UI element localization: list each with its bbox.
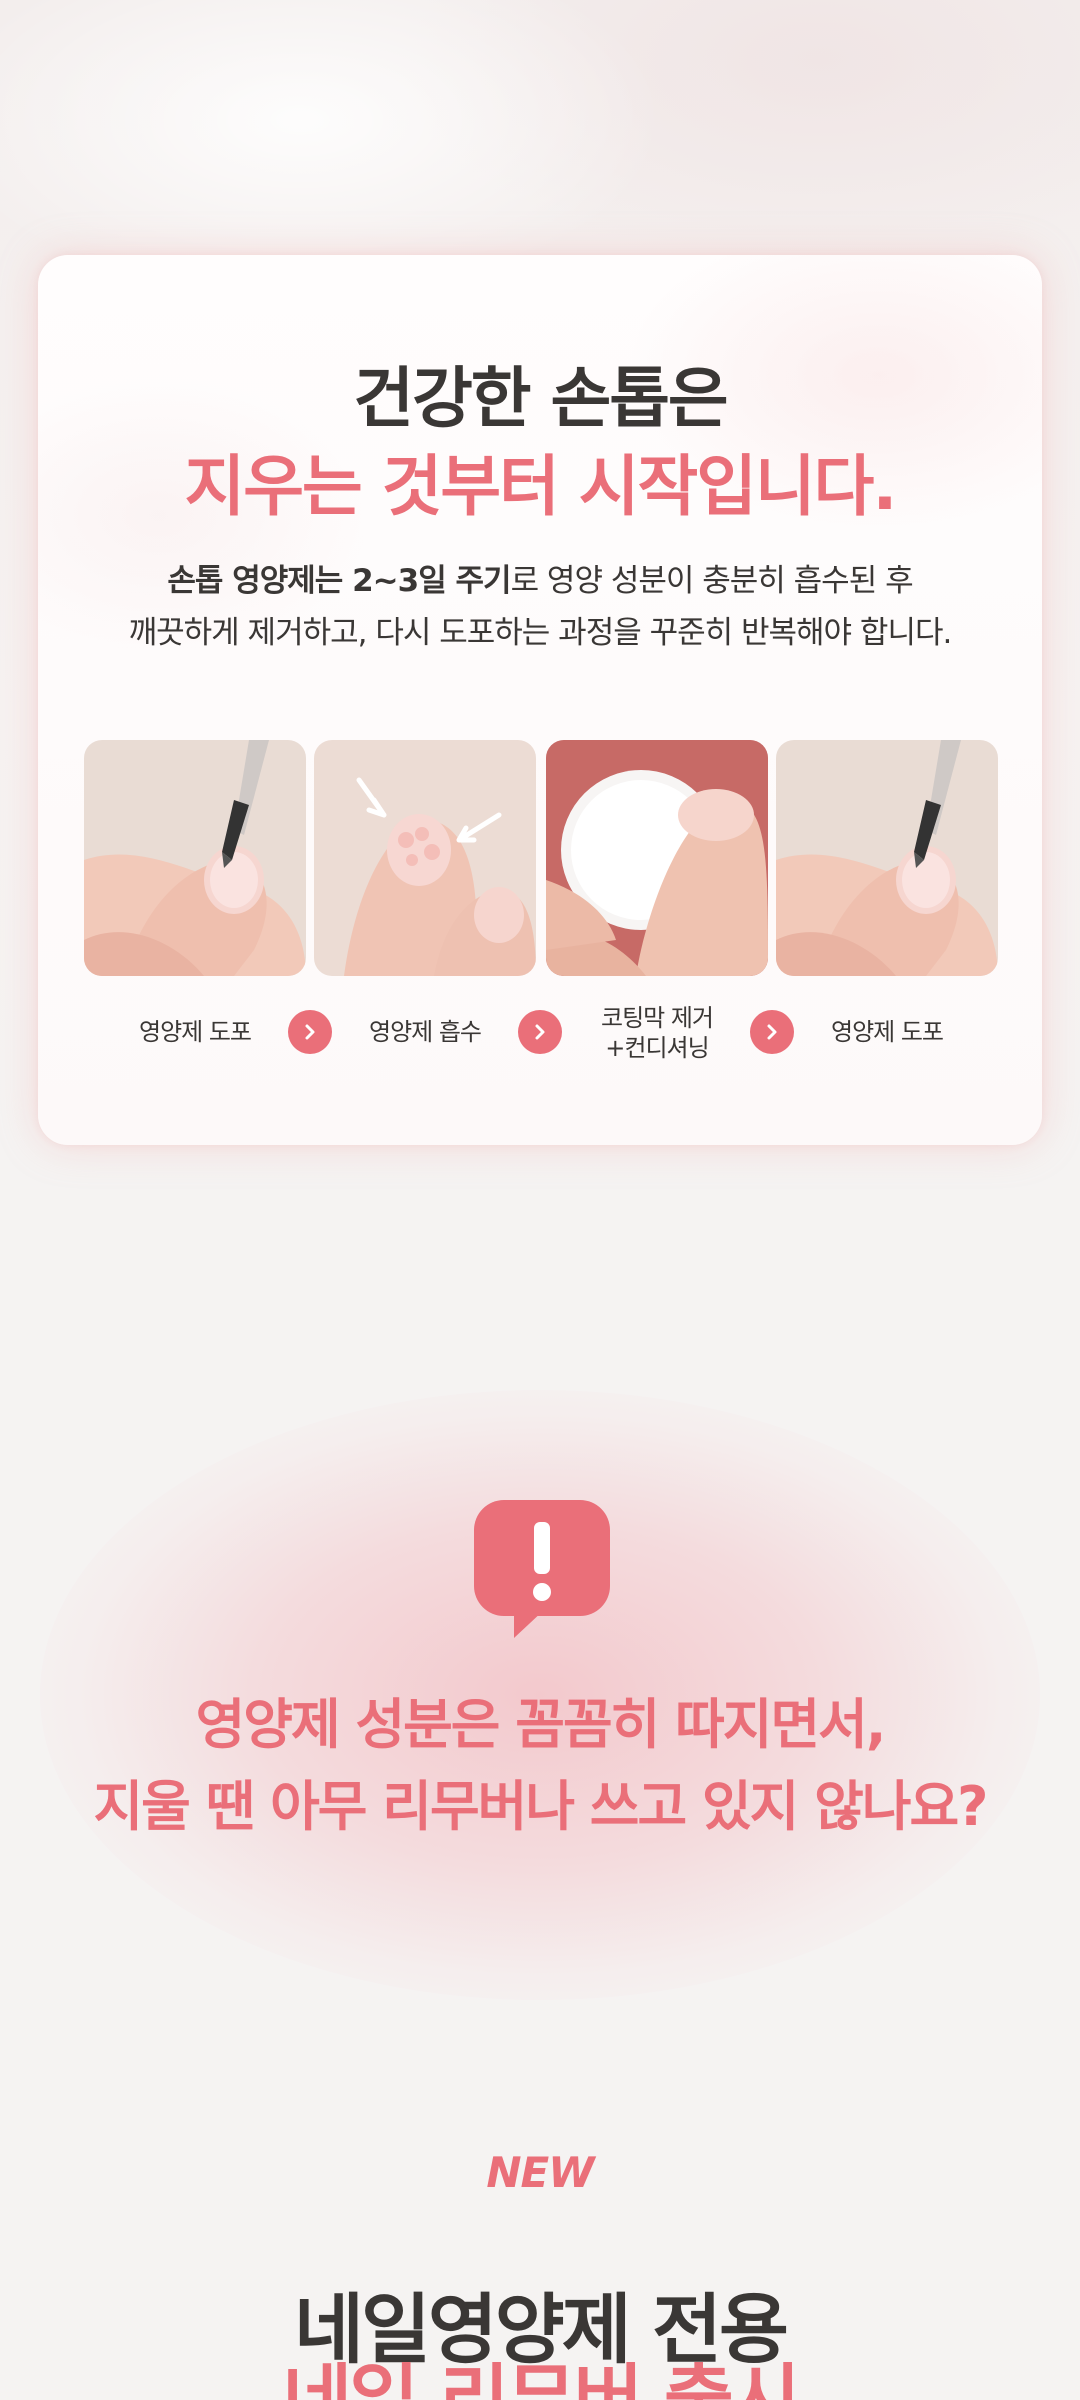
alert-question-line2: 지울 땐 아무 리무버나 쓰고 있지 않나요? (93, 1775, 988, 1838)
step-image-apply-serum (84, 740, 306, 976)
info-card: 건강한 손톱은 지우는 것부터 시작입니다. 손톱 영양제는 2~3일 주기로 … (38, 255, 1042, 1145)
card-title-line1: 건강한 손톱은 (353, 360, 728, 437)
step-image-absorb (314, 740, 536, 976)
card-description-line1: 손톱 영양제는 2~3일 주기로 영양 성분이 충분히 흡수된 후 (38, 555, 1042, 600)
card-title-line2: 지우는 것부터 시작입니다. (184, 448, 898, 525)
step-image-remove-coating (546, 740, 768, 976)
promo-title-line2: 네일 리무버 출시 (0, 2362, 1080, 2400)
step-label-4: 영양제 도포 (830, 1018, 944, 1046)
exclamation-speech-bubble-icon (474, 1500, 610, 1640)
card-description-rest: 로 영양 성분이 충분히 흡수된 후 (510, 563, 914, 599)
card-description-bold: 손톱 영양제는 2~3일 주기 (167, 563, 511, 599)
step-label-3-line2: +컨디셔닝 (605, 1034, 709, 1062)
step-label-3-line1: 코팅막 제거 (600, 1004, 714, 1032)
step-label-1: 영양제 도포 (138, 1018, 252, 1046)
card-description-line2: 깨끗하게 제거하고, 다시 도포하는 과정을 꾸준히 반복해야 합니다. (128, 615, 953, 651)
step-label-3: 코팅막 제거 +컨디셔닝 (546, 1003, 768, 1063)
step-image-apply-serum-again (776, 740, 998, 976)
step-label-2: 영양제 흡수 (368, 1018, 482, 1046)
alert-question-line1: 영양제 성분은 꼼꼼히 따지면서, (195, 1693, 887, 1756)
new-badge: NEW (486, 2148, 594, 2197)
